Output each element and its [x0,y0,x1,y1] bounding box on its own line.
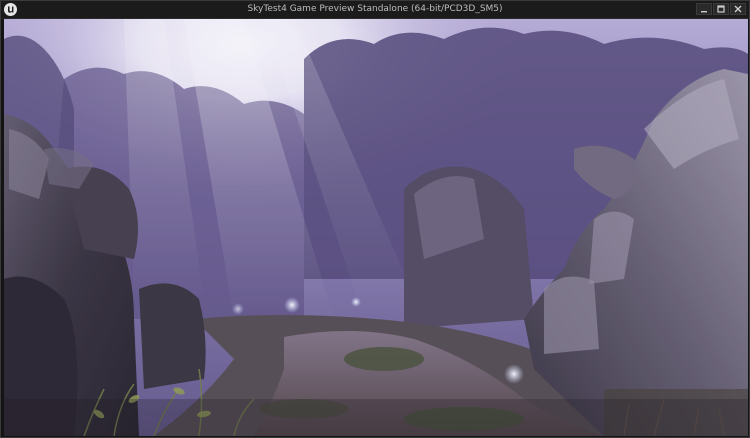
window-title: SkyTest4 Game Preview Standalone (64-bit… [247,4,503,14]
minimize-button[interactable] [696,3,712,15]
title-bar[interactable]: SkyTest4 Game Preview Standalone (64-bit… [1,1,749,19]
maximize-icon [717,5,725,13]
forest-scene [4,19,748,436]
maximize-button[interactable] [713,3,729,15]
minimize-icon [701,11,707,13]
close-icon [734,5,742,13]
game-viewport[interactable] [4,19,748,436]
close-button[interactable] [730,3,746,15]
game-window: SkyTest4 Game Preview Standalone (64-bit… [0,0,750,438]
window-controls [696,3,746,16]
